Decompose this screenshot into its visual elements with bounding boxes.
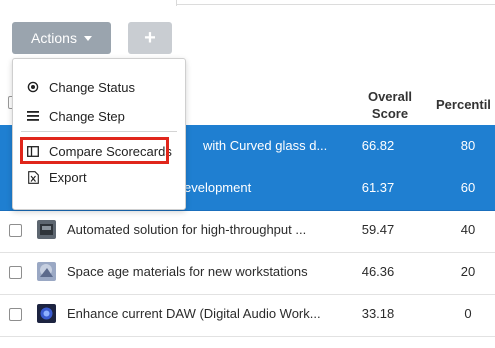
excel-file-icon	[26, 170, 40, 184]
row-thumbnail	[37, 304, 56, 323]
row-percentile: 40	[460, 222, 476, 237]
column-score-line2: Score	[371, 106, 409, 121]
row-percentile: 0	[464, 306, 472, 321]
row-checkbox[interactable]	[9, 266, 22, 279]
column-score-line1: Overall	[367, 89, 413, 104]
caret-down-icon	[83, 36, 92, 41]
menu-item-label: Export	[49, 169, 87, 185]
menu-item-label: Change Status	[49, 79, 136, 95]
row-checkbox[interactable]	[9, 308, 22, 321]
row-title[interactable]: Enhance current DAW (Digital Audio Work.…	[67, 306, 321, 321]
radio-icon	[26, 80, 40, 94]
list-icon	[26, 109, 40, 123]
row-title[interactable]: Automated solution for high-throughput .…	[67, 222, 306, 237]
row-title[interactable]: evelopment	[184, 180, 251, 195]
row-checkbox[interactable]	[9, 224, 22, 237]
row-title[interactable]: with Curved glass d...	[203, 138, 327, 153]
row-percentile: 80	[460, 138, 476, 153]
row-score: 61.37	[361, 180, 395, 195]
row-thumbnail	[37, 220, 56, 239]
column-percentile[interactable]: Percentil	[436, 96, 495, 113]
menu-divider	[21, 131, 177, 132]
menu-item-export[interactable]: Export	[13, 164, 185, 190]
row-percentile: 20	[460, 264, 476, 279]
table-row[interactable]: Automated solution for high-throughput .…	[0, 209, 495, 253]
menu-item-label: Change Step	[49, 108, 125, 124]
menu-item-change-status[interactable]: Change Status	[13, 74, 185, 100]
menu-item-change-step[interactable]: Change Step	[13, 103, 185, 129]
row-score: 66.82	[361, 138, 395, 153]
table-row[interactable]: Space age materials for new workstations…	[0, 251, 495, 295]
actions-button[interactable]: Actions	[12, 22, 111, 54]
table-row[interactable]: Enhance current DAW (Digital Audio Work.…	[0, 293, 495, 337]
row-score: 46.36	[361, 264, 395, 279]
actions-label: Actions	[31, 30, 77, 46]
row-score: 59.47	[361, 222, 395, 237]
add-button[interactable]: +	[128, 22, 172, 54]
actions-dropdown-menu: Change Status Change Step Compare Scorec…	[12, 58, 186, 210]
row-thumbnail	[37, 262, 56, 281]
row-score: 33.18	[361, 306, 395, 321]
top-strip	[0, 0, 495, 6]
column-overall-score[interactable]: Overall Score	[360, 88, 420, 122]
row-title[interactable]: Space age materials for new workstations	[67, 264, 308, 279]
top-scrollbar	[176, 0, 495, 6]
row-percentile: 60	[460, 180, 476, 195]
add-label: +	[144, 26, 156, 49]
highlight-box	[20, 137, 169, 164]
